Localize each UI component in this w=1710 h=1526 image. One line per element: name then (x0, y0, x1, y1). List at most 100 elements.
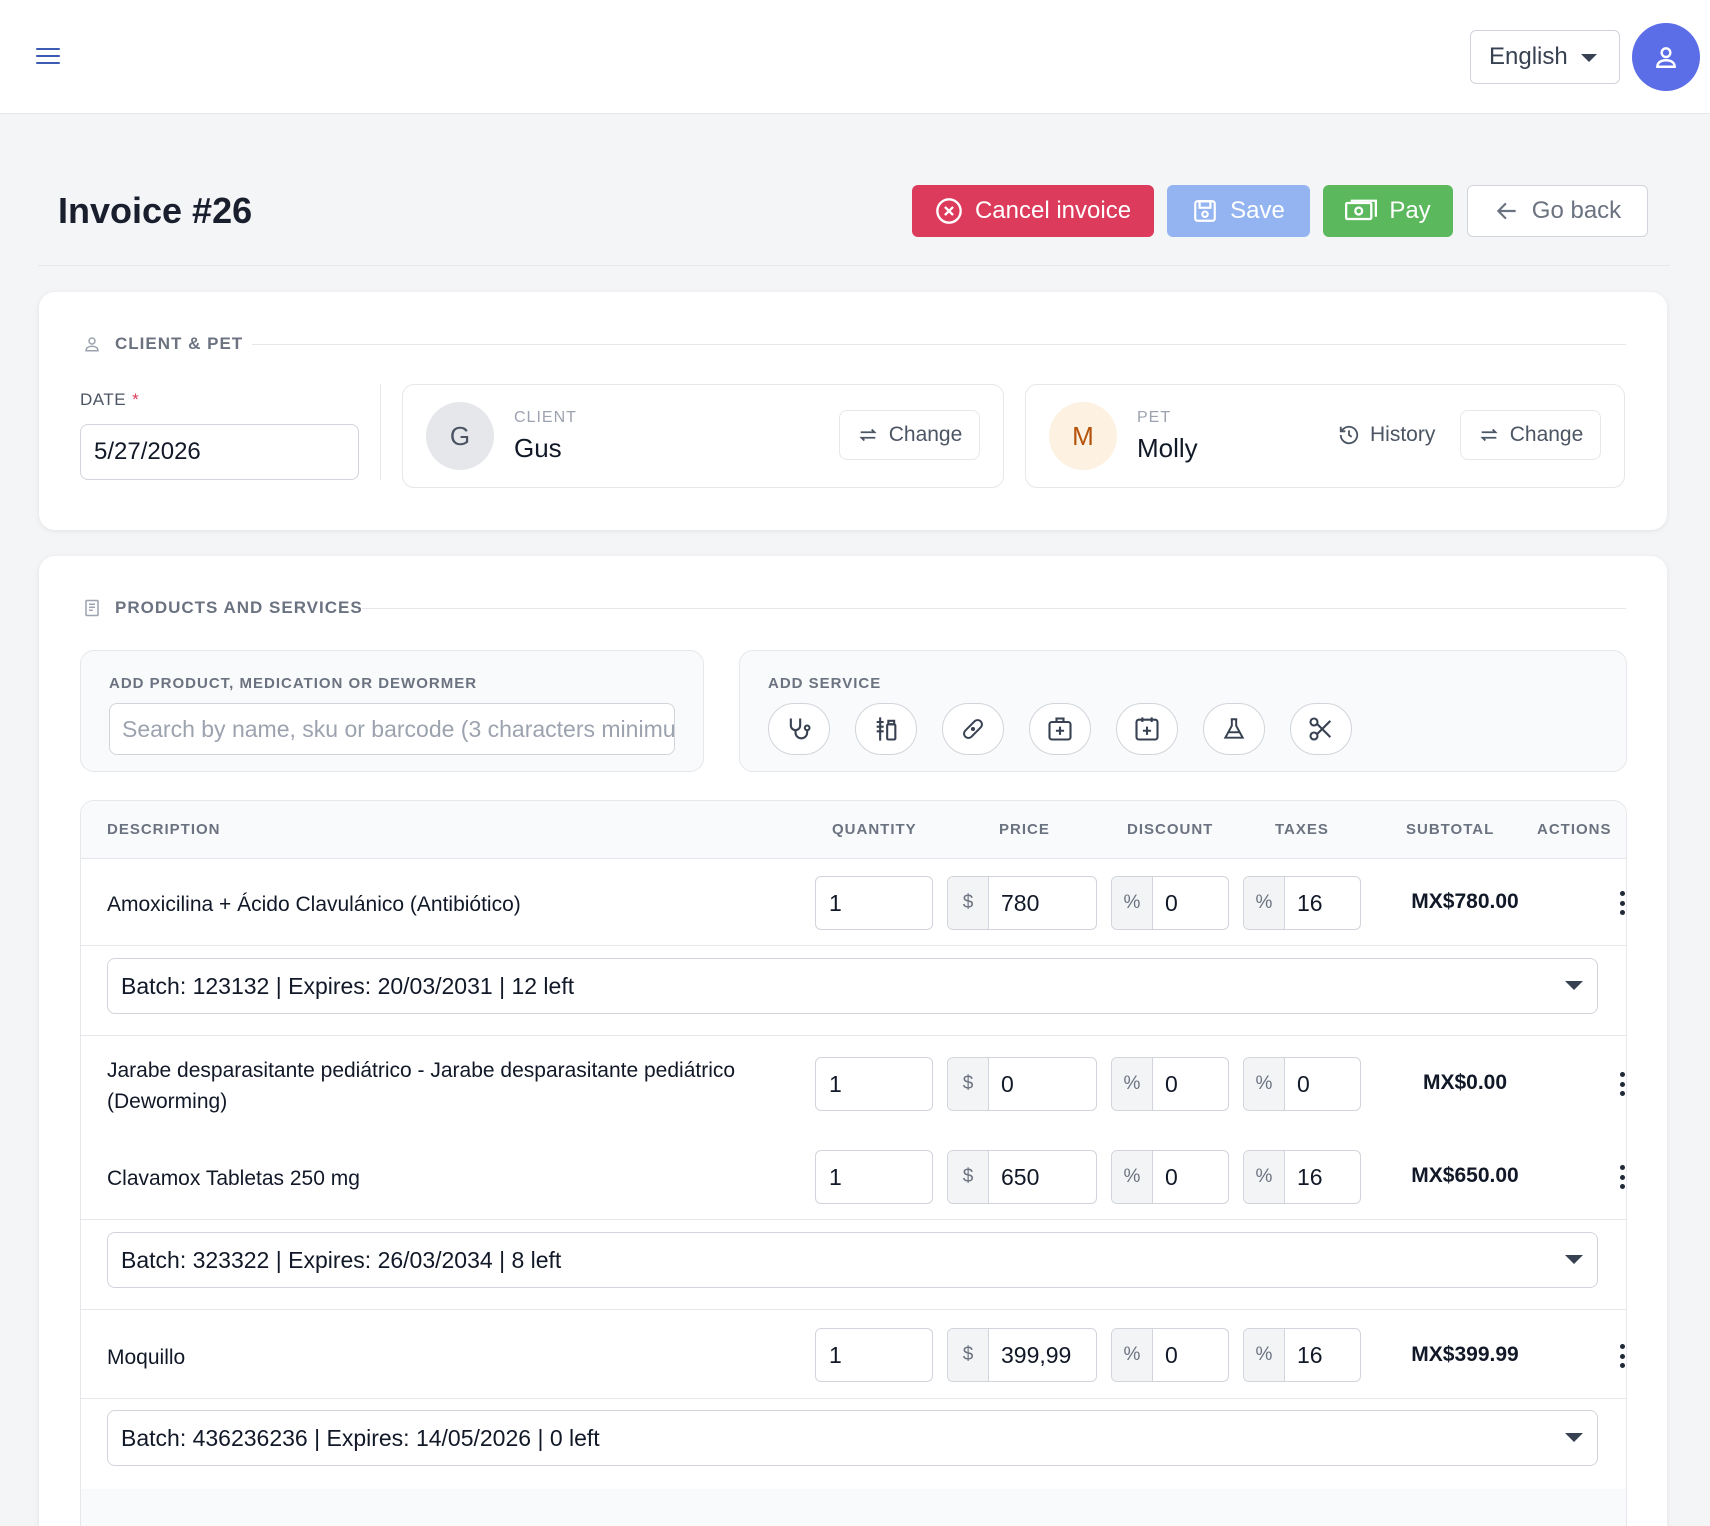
discount-input[interactable]: % 0 (1111, 1150, 1229, 1204)
floppy-disk-icon (1194, 200, 1216, 222)
item-subtotal: MX$0.00 (1422, 1071, 1508, 1094)
pet-label: PET (1137, 409, 1172, 426)
caret-down-icon (1565, 1255, 1583, 1264)
item-subtotal: MX$399.99 (1411, 1343, 1519, 1366)
taxes-input[interactable]: % 16 (1243, 1328, 1361, 1382)
batch-select[interactable]: Batch: 323322 | Expires: 26/03/2034 | 8 … (107, 1232, 1598, 1288)
pet-name: Molly (1137, 433, 1198, 463)
column-description: DESCRIPTION (107, 821, 221, 838)
arrows-exchange-icon (859, 428, 877, 442)
column-actions: ACTIONS (1537, 821, 1612, 838)
consultation-service-button[interactable] (768, 703, 830, 755)
currency-addon: $ (948, 1151, 989, 1203)
cancel-invoice-button[interactable]: Cancel invoice (912, 185, 1154, 237)
change-client-button[interactable]: Change (839, 410, 980, 460)
price-input[interactable]: $ 399,99 (947, 1328, 1097, 1382)
discount-value: 0 (1165, 1070, 1178, 1097)
caret-down-icon (1581, 54, 1597, 62)
price-input[interactable]: $ 650 (947, 1150, 1097, 1204)
date-input[interactable]: 5/27/2026 (80, 424, 359, 480)
appointment-service-button[interactable] (1116, 703, 1178, 755)
products-section-title: PRODUCTS AND SERVICES (115, 598, 363, 617)
batch-value: Batch: 436236236 | Expires: 14/05/2026 |… (121, 1424, 600, 1451)
pet-avatar: M (1049, 402, 1117, 470)
column-taxes: TAXES (1275, 821, 1329, 838)
go-back-button[interactable]: Go back (1467, 185, 1648, 237)
user-icon (1656, 47, 1676, 68)
go-back-label: Go back (1531, 197, 1622, 224)
row-actions-menu-icon[interactable] (1611, 1162, 1626, 1192)
pay-button[interactable]: Pay (1323, 185, 1453, 237)
product-search-input[interactable] (109, 703, 675, 755)
taxes-input[interactable]: % 16 (1243, 876, 1361, 930)
change-pet-button[interactable]: Change (1460, 410, 1601, 460)
discount-input[interactable]: % 0 (1111, 876, 1229, 930)
percent-addon: % (1112, 1058, 1153, 1110)
quantity-input[interactable]: 1 (815, 1150, 933, 1204)
item-description: Moquillo (107, 1346, 186, 1369)
calendar-medical-icon (1135, 717, 1159, 741)
row-actions-menu-icon[interactable] (1611, 1069, 1626, 1099)
quantity-input[interactable]: 1 (815, 1057, 933, 1111)
user-avatar[interactable] (1632, 23, 1700, 91)
add-product-label: ADD PRODUCT, MEDICATION OR DEWORMER (109, 675, 478, 692)
vaccine-service-button[interactable] (855, 703, 917, 755)
row-actions-menu-icon[interactable] (1611, 888, 1626, 918)
pet-box: M PET Molly History Change (1025, 384, 1625, 488)
item-description: Clavamox Tabletas 250 mg (107, 1167, 360, 1190)
taxes-value: 16 (1297, 889, 1323, 916)
quantity-input[interactable]: 1 (815, 876, 933, 930)
circle-x-icon (936, 198, 962, 224)
lab-service-button[interactable] (1203, 703, 1265, 755)
percent-addon: % (1112, 877, 1153, 929)
table-footer (81, 1489, 1626, 1526)
caret-down-icon (1565, 981, 1583, 990)
add-service-label: ADD SERVICE (768, 675, 882, 692)
row-divider (81, 1035, 1626, 1036)
price-input[interactable]: $ 780 (947, 876, 1097, 930)
top-bar: English (0, 0, 1710, 114)
taxes-input[interactable]: % 0 (1243, 1057, 1361, 1111)
medical-service-button[interactable] (1029, 703, 1091, 755)
taxes-value: 0 (1297, 1070, 1310, 1097)
row-divider (81, 1309, 1626, 1310)
discount-input[interactable]: % 0 (1111, 1328, 1229, 1382)
menu-icon[interactable] (36, 48, 60, 66)
client-box: G CLIENT Gus Change (402, 384, 1004, 488)
taxes-input[interactable]: % 16 (1243, 1150, 1361, 1204)
batch-select[interactable]: Batch: 123132 | Expires: 20/03/2031 | 12… (107, 958, 1598, 1014)
batch-select[interactable]: Batch: 436236236 | Expires: 14/05/2026 |… (107, 1410, 1598, 1466)
client-pet-section-header: CLIENT & PET (83, 334, 243, 354)
percent-addon: % (1244, 877, 1285, 929)
page-title: Invoice #26 (58, 190, 253, 231)
vertical-divider (380, 384, 381, 480)
treatment-service-button[interactable] (942, 703, 1004, 755)
grooming-service-button[interactable] (1290, 703, 1352, 755)
batch-value: Batch: 123132 | Expires: 20/03/2031 | 12… (121, 972, 575, 999)
section-divider (362, 608, 1626, 609)
row-divider (81, 1398, 1626, 1399)
row-divider (81, 945, 1626, 946)
arrows-exchange-icon (1480, 428, 1498, 442)
pet-history-button[interactable]: History (1338, 410, 1435, 460)
percent-addon: % (1244, 1058, 1285, 1110)
stethoscope-icon (789, 718, 811, 740)
save-button[interactable]: Save (1167, 185, 1310, 237)
discount-input[interactable]: % 0 (1111, 1057, 1229, 1111)
scissors-icon (1309, 717, 1332, 741)
price-input[interactable]: $ 0 (947, 1057, 1097, 1111)
item-subtotal: MX$780.00 (1411, 890, 1519, 913)
item-description: Jarabe desparasitante pediátrico - Jarab… (107, 1059, 736, 1113)
arrow-left-icon (1496, 202, 1516, 220)
change-client-label: Change (888, 423, 963, 446)
pay-label: Pay (1389, 197, 1431, 224)
bandage-icon (963, 719, 983, 739)
column-discount: DISCOUNT (1127, 821, 1214, 838)
quantity-input[interactable]: 1 (815, 1328, 933, 1382)
language-select[interactable]: English (1470, 30, 1620, 84)
change-pet-label: Change (1509, 423, 1584, 446)
required-marker: * (132, 390, 140, 409)
client-label: CLIENT (514, 409, 577, 426)
row-actions-menu-icon[interactable] (1611, 1341, 1626, 1371)
caret-down-icon (1565, 1433, 1583, 1442)
